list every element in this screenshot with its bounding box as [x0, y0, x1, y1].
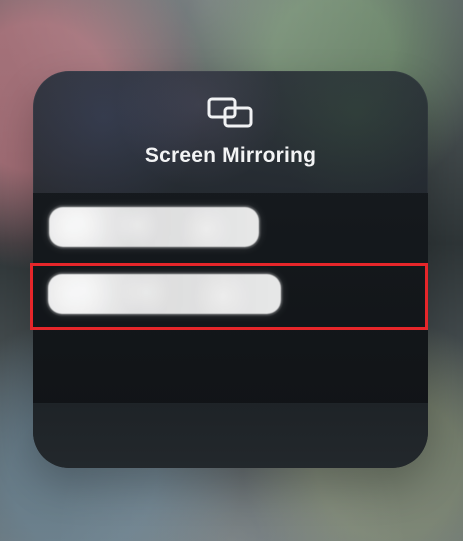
device-row[interactable]: [33, 193, 428, 261]
panel-bottom: [33, 403, 428, 468]
redacted-device-name: [49, 207, 259, 247]
device-list: [33, 193, 428, 403]
modal-title: Screen Mirroring: [144, 144, 317, 167]
modal-header: Screen Mirroring: [33, 71, 428, 193]
redacted-device-name: [48, 274, 281, 314]
screen-mirroring-icon: [207, 97, 253, 128]
screen-mirroring-modal: Screen Mirroring: [33, 71, 428, 468]
device-row[interactable]: [33, 264, 428, 332]
